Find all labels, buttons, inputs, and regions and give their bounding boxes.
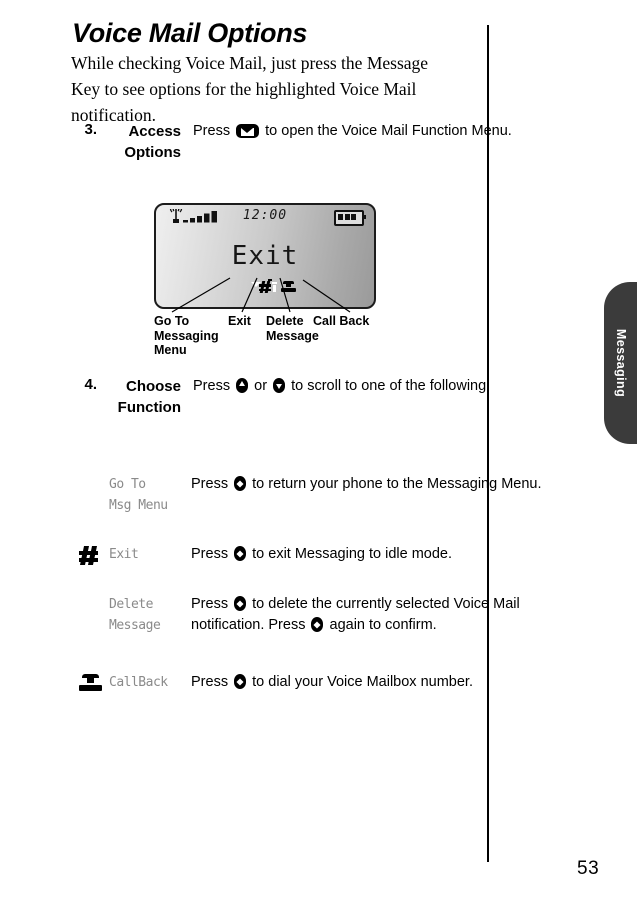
desc-post: to exit Messaging to idle mode. <box>252 546 453 562</box>
function-label-line1: CallBack <box>109 675 168 690</box>
function-label-line1: Delete <box>109 597 153 612</box>
desc-pre: Press <box>191 546 229 562</box>
callout-go-to-messaging-menu: Go To Messaging Menu <box>154 314 219 357</box>
exit-icon <box>79 546 105 570</box>
page-vertical-rule <box>487 25 489 862</box>
thumb-tab-label: Messaging <box>613 328 628 398</box>
step-4-body-post: to scroll to one of the following: <box>291 378 491 394</box>
scroll-up-key-icon <box>236 378 249 393</box>
step-4-body-mid: or <box>254 378 268 394</box>
battery-icon <box>334 210 366 226</box>
call-back-icon <box>79 674 105 698</box>
intro-paragraph: While checking Voice Mail, just press th… <box>71 53 429 125</box>
select-key-icon <box>234 546 247 561</box>
function-label-delete-message: Delete Message <box>109 594 189 636</box>
go-to-msg-menu-icon <box>79 474 105 498</box>
display-status-bar: 12:00 <box>156 205 374 227</box>
function-label-line2: Msg Menu <box>109 498 168 513</box>
step-4-body-pre: Press <box>193 378 231 394</box>
select-key-icon <box>234 596 247 611</box>
desc-post: to return your phone to the Messaging Me… <box>252 476 542 492</box>
desc-pre: Press <box>191 596 229 612</box>
desc-pre: Press <box>191 674 229 690</box>
delete-message-icon <box>79 596 105 620</box>
function-label-line1: Exit <box>109 547 139 562</box>
step-3: 3. Access Options Press to open the Voic… <box>71 121 511 167</box>
thumb-tab-messaging[interactable]: Messaging <box>604 282 637 444</box>
function-label-go-to-msg-menu: Go To Msg Menu <box>109 474 189 516</box>
select-key-icon <box>234 674 247 689</box>
step-4-body: Press or to scroll to one of the followi… <box>193 376 523 397</box>
function-label-line2: Message <box>109 618 161 633</box>
function-desc-delete-message: Press to delete the currently selected V… <box>191 594 551 636</box>
desc-post: to dial your Voice Mailbox number. <box>252 674 473 690</box>
function-desc-go-to-msg-menu: Press to return your phone to the Messag… <box>191 474 551 495</box>
step-4-title: Choose Function <box>103 376 181 418</box>
page-number: 53 <box>577 858 600 879</box>
message-key-icon <box>236 124 260 138</box>
function-label-line1: Go To <box>109 477 146 492</box>
step-3-body-post: to open the Voice Mail Function Menu. <box>265 123 512 139</box>
function-label-call-back: CallBack <box>109 672 189 693</box>
desc-pre: Press <box>191 476 229 492</box>
step-3-body: Press to open the Voice Mail Function Me… <box>193 121 523 142</box>
scroll-down-key-icon <box>273 378 286 393</box>
step-4-title-line1: Choose <box>125 378 181 395</box>
step-3-number: 3. <box>84 121 97 138</box>
step-3-title: Access Options <box>103 121 181 163</box>
select-key-icon <box>311 617 324 632</box>
desc-post: again to confirm. <box>329 617 437 633</box>
step-3-title-line2: Options <box>124 144 181 161</box>
step-3-body-pre: Press <box>193 123 231 139</box>
page-title: Voice Mail Options <box>72 18 308 48</box>
manual-page: Messaging 53 Voice Mail Options While ch… <box>0 0 637 898</box>
step-4: 4. Choose Function Press or to scroll to… <box>71 376 490 422</box>
function-desc-exit: Press to exit Messaging to idle mode. <box>191 544 551 565</box>
display-main-text: Exit <box>231 241 299 271</box>
function-desc-call-back: Press to dial your Voice Mailbox number. <box>191 672 551 693</box>
step-3-title-line1: Access <box>128 123 181 140</box>
callout-exit: Exit <box>228 314 251 328</box>
step-4-title-line2: Function <box>117 399 181 416</box>
step-4-number: 4. <box>84 376 97 393</box>
callout-leader-lines <box>171 277 351 313</box>
function-label-exit: Exit <box>109 544 189 565</box>
select-key-icon <box>234 476 247 491</box>
callout-call-back: Call Back <box>313 314 370 328</box>
